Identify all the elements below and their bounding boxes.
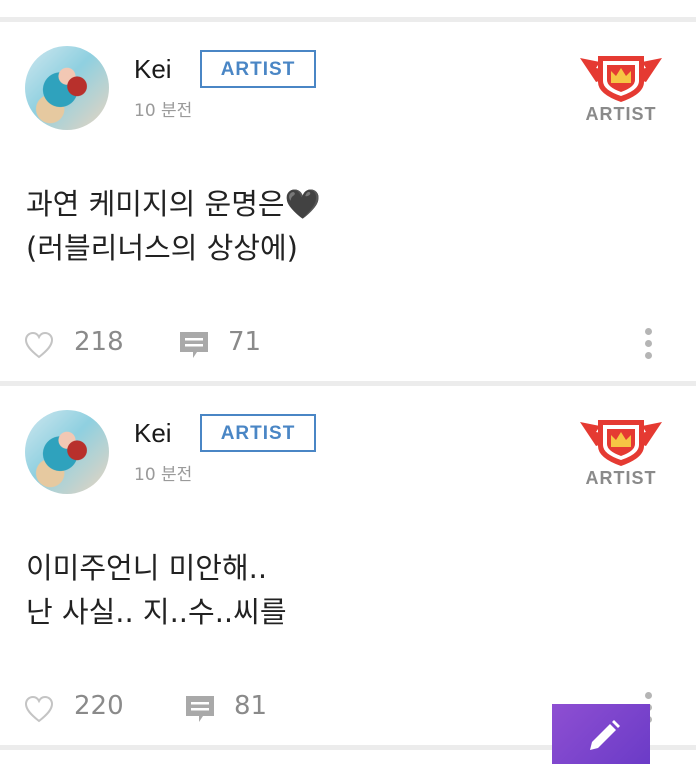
like-count: 220 <box>74 691 124 721</box>
post-text-line: 이미주언니 미안해.. <box>26 551 268 585</box>
heart-outline-icon[interactable] <box>24 695 54 723</box>
comment-bubble-icon[interactable] <box>178 330 210 362</box>
post-time: 10 분전 <box>134 465 193 485</box>
author-avatar[interactable] <box>25 46 109 130</box>
post-text[interactable]: 과연 케미지의 운명은🖤 (러블리너스의 상상에) <box>26 182 321 270</box>
author-name[interactable]: Kei <box>134 418 172 449</box>
emblem-label: ARTIST <box>585 468 657 488</box>
post-text[interactable]: 이미주언니 미안해.. 난 사실.. 지..수..씨를 <box>26 546 287 634</box>
compose-button[interactable] <box>552 704 650 764</box>
emblem-label: ARTIST <box>585 104 657 124</box>
post-text-line: 과연 케미지의 운명은🖤 <box>26 187 321 221</box>
post-time: 10 분전 <box>134 101 193 121</box>
artist-badge: ARTIST <box>200 414 316 452</box>
heart-outline-icon[interactable] <box>24 331 54 359</box>
comment-bubble-icon[interactable] <box>184 694 216 726</box>
pencil-icon <box>590 720 620 750</box>
post-card: Kei ARTIST 10 분전 ARTIST 이미주언니 미안해.. 난 사실… <box>0 386 696 746</box>
post-text-line: 난 사실.. 지..수..씨를 <box>26 595 287 629</box>
like-count: 218 <box>74 327 124 357</box>
post-actions: 218 71 <box>0 324 696 364</box>
more-vertical-icon[interactable] <box>641 328 655 362</box>
author-avatar[interactable] <box>25 410 109 494</box>
author-name[interactable]: Kei <box>134 54 172 85</box>
post-card: Kei ARTIST 10 분전 ARTIST 과연 케미지의 운명은🖤 (러블… <box>0 22 696 382</box>
post-text-line: (러블리너스의 상상에) <box>26 231 298 265</box>
comment-count: 71 <box>228 327 262 357</box>
artist-badge: ARTIST <box>200 50 316 88</box>
comment-count: 81 <box>234 691 268 721</box>
